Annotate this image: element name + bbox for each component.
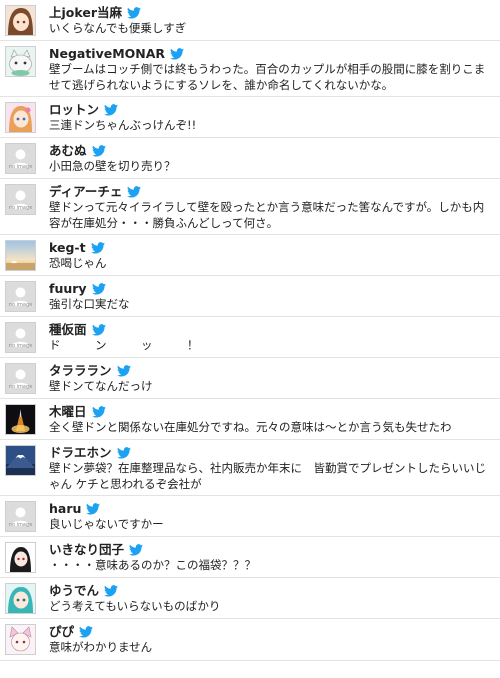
tweet-row: no image fuury 強引な口実だな xyxy=(0,276,500,317)
tweet-row: keg-t 恐喝じゃん xyxy=(0,235,500,276)
tweet-text: 小田急の壁を切り売り？ xyxy=(49,159,176,173)
tweet-text: 良いじゃないですかー xyxy=(49,517,164,531)
no-image-label: no image xyxy=(8,343,33,349)
tweet-text: ・・・・意味あるのか？この福袋？？？ xyxy=(49,558,256,572)
user-name[interactable]: 種仮面 xyxy=(49,322,87,337)
name-line: 上joker当麻 xyxy=(49,4,141,20)
no-image-label: no image xyxy=(8,164,33,170)
no-image-label: no image xyxy=(8,205,33,211)
user-name[interactable]: ロットン xyxy=(49,102,99,117)
no-image-label: no image xyxy=(8,384,33,390)
tweet-row: いきなり団子 ・・・・意味あるのか？この福袋？？？ xyxy=(0,537,500,578)
avatar[interactable]: no image xyxy=(5,363,36,394)
tweet-row: no image haru 良いじゃないですかー xyxy=(0,496,500,537)
tweet-text: ド ン ッ ！ xyxy=(49,338,199,352)
tweet-row: no image あむぬ 小田急の壁を切り売り？ xyxy=(0,138,500,179)
avatar[interactable] xyxy=(5,583,36,614)
no-image-label: no image xyxy=(8,302,33,308)
name-line: haru xyxy=(49,500,101,516)
tweet-feed: 上joker当麻 いくらなんでも便乗しすぎ NegativeMONAR 壁ブームはコッ… xyxy=(0,0,500,661)
avatar[interactable] xyxy=(5,46,36,77)
user-name[interactable]: 上joker当麻 xyxy=(49,5,122,20)
name-line: いきなり団子 xyxy=(49,541,144,557)
user-name[interactable]: fuury xyxy=(49,281,87,296)
avatar[interactable]: no image xyxy=(5,322,36,353)
tweet-text: どう考えてもいらないものばかり xyxy=(49,599,221,613)
avatar[interactable]: no image xyxy=(5,143,36,174)
user-name[interactable]: ゆうでん xyxy=(49,583,99,598)
tweet-row: no image ディアーチェ 壁ドンって元々イライラして壁を殴ったとか言う意味だっ… xyxy=(0,179,500,235)
tweet-row: ロットン 三連ドンちゃんぶっけんぞ!! xyxy=(0,97,500,138)
avatar[interactable] xyxy=(5,102,36,133)
user-name[interactable]: あむぬ xyxy=(49,143,87,158)
name-line: あむぬ xyxy=(49,142,106,158)
tweet-row: ゆうでん どう考えてもいらないものばかり xyxy=(0,578,500,619)
tweet-row: NegativeMONAR 壁ブームはコッチ側では終もうわった。百合のカップルが相… xyxy=(0,41,500,97)
tweet-text: 全く壁ドンと関係ない在庫処分ですね。元々の意味は～とか言う気も失せたわ xyxy=(49,420,452,434)
avatar[interactable] xyxy=(5,624,36,655)
user-name[interactable]: いきなり団子 xyxy=(49,542,124,557)
tweet-text: 意味がわかりません xyxy=(49,640,153,654)
tweet-text: 壁ドンてなんだっけ xyxy=(49,379,153,393)
tweet-text: 強引な口実だな xyxy=(49,297,130,311)
tweet-row: ドラエホン 壁ドン夢袋？在庫整理品なら、社内販売か年末に 皆勤賞でプレゼントしたら… xyxy=(0,440,500,496)
avatar[interactable]: no image xyxy=(5,281,36,312)
user-name[interactable]: keg-t xyxy=(49,240,86,255)
user-name[interactable]: ドラエホン xyxy=(49,445,112,460)
user-name[interactable]: NegativeMONAR xyxy=(49,46,165,61)
name-line: ディアーチェ xyxy=(49,183,142,199)
avatar[interactable] xyxy=(5,5,36,36)
tweet-text: 三連ドンちゃんぶっけんぞ!! xyxy=(49,118,197,132)
tweet-text: 壁ドン夢袋？在庫整理品なら、社内販売か年末に 皆勤賞でプレゼントしたらいいじゃん… xyxy=(49,461,486,491)
tweet-row: ぴぴ 意味がわかりません xyxy=(0,619,500,661)
user-name[interactable]: haru xyxy=(49,501,81,516)
tweet-text: 壁ブームはコッチ側では終もうわった。百合のカップルが相手の股間に膝を割りこませて… xyxy=(49,62,486,92)
tweet-row: 木曜日 全く壁ドンと関係ない在庫処分ですね。元々の意味は～とか言う気も失せたわ xyxy=(0,399,500,440)
name-line: ゆうでん xyxy=(49,582,119,598)
user-name[interactable]: 木曜日 xyxy=(49,404,87,419)
avatar[interactable]: no image xyxy=(5,501,36,532)
avatar[interactable] xyxy=(5,542,36,573)
avatar[interactable]: no image xyxy=(5,184,36,215)
name-line: ドラエホン xyxy=(49,444,131,460)
avatar[interactable] xyxy=(5,240,36,271)
avatar[interactable] xyxy=(5,404,36,435)
no-image-label: no image xyxy=(8,522,33,528)
user-name[interactable]: タラララン xyxy=(49,363,112,378)
tweet-text: 恐喝じゃん xyxy=(49,256,107,270)
tweet-text: 壁ドンって元々イライラして壁を殴ったとか言う意味だった筈なんですが。しかも内容が… xyxy=(49,200,485,230)
name-line: fuury xyxy=(49,280,106,296)
name-line: keg-t xyxy=(49,239,105,255)
name-line: 木曜日 xyxy=(49,403,106,419)
tweet-row: no image 種仮面ド ン ッ ！ xyxy=(0,317,500,358)
tweet-row: no image タラララン 壁ドンてなんだっけ xyxy=(0,358,500,399)
name-line: 種仮面 xyxy=(49,321,106,337)
name-line: ロットン xyxy=(49,101,119,117)
user-name[interactable]: ぴぴ xyxy=(49,624,74,639)
tweet-row: 上joker当麻 いくらなんでも便乗しすぎ xyxy=(0,0,500,41)
name-line: NegativeMONAR xyxy=(49,45,185,61)
name-line: タラララン xyxy=(49,362,131,378)
tweet-text: いくらなんでも便乗しすぎ xyxy=(49,21,187,35)
user-name[interactable]: ディアーチェ xyxy=(49,184,122,199)
name-line: ぴぴ xyxy=(49,623,94,639)
avatar[interactable] xyxy=(5,445,36,476)
